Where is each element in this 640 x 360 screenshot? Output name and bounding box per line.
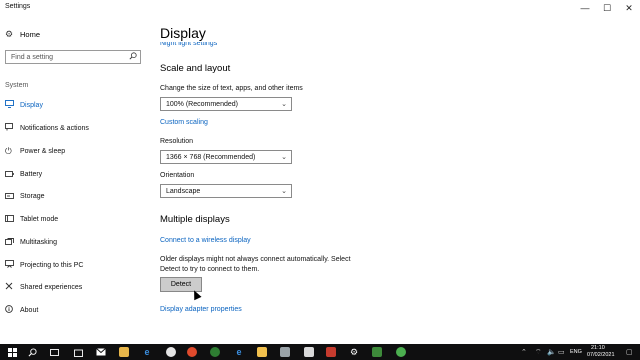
- chevron-down-icon: ⌄: [281, 101, 287, 108]
- display-adapter-properties-link[interactable]: Display adapter properties: [160, 306, 242, 313]
- sidebar-item-label: About: [20, 306, 39, 314]
- scale-dropdown[interactable]: 100% (Recommended) ⌄: [160, 97, 292, 111]
- scale-value: 100% (Recommended): [166, 100, 238, 108]
- app-icon[interactable]: [372, 347, 382, 357]
- sidebar-item-label: Battery: [20, 170, 43, 178]
- taskbar: e e ⚙ ⌃ ⌔ 🔈 ▭ ENG 21:10 07/02/2021 ▢: [0, 344, 640, 360]
- monitor-icon: [5, 100, 20, 110]
- scale-label: Change the size of text, apps, and other…: [160, 85, 303, 92]
- orientation-value: Landscape: [166, 187, 201, 195]
- notes-icon[interactable]: [257, 347, 267, 357]
- search-input[interactable]: Find a setting: [5, 50, 141, 64]
- chevron-down-icon: ⌄: [281, 188, 287, 195]
- multiple-displays-heading: Multiple displays: [160, 214, 230, 225]
- sidebar-item-label: Shared experiences: [20, 283, 83, 291]
- sidebar-item-label: Projecting to this PC: [20, 261, 84, 269]
- sidebar-item-label: Multitasking: [20, 238, 57, 246]
- home-gear-icon: ⚙: [5, 28, 14, 39]
- sidebar-item-multitasking[interactable]: Multitasking: [5, 235, 145, 249]
- home-nav-item[interactable]: ⚙ Home: [5, 27, 40, 41]
- chevron-up-icon[interactable]: ⌃: [521, 348, 527, 356]
- sidebar-item-projecting[interactable]: Projecting to this PC: [5, 258, 145, 272]
- store-icon[interactable]: [73, 347, 83, 357]
- battery-icon[interactable]: ▭: [558, 348, 565, 356]
- wifi-icon[interactable]: ⌔: [535, 348, 542, 357]
- speaker-icon[interactable]: 🔈: [547, 348, 556, 356]
- custom-scaling-link[interactable]: Custom scaling: [160, 119, 208, 126]
- clock-time[interactable]: 21:10: [591, 345, 605, 351]
- sidebar-item-notifications[interactable]: Notifications & actions: [5, 121, 145, 135]
- home-label: Home: [20, 29, 41, 39]
- tablet-icon: [5, 214, 20, 224]
- group-label-system: System: [5, 82, 29, 89]
- sidebar-item-label: Storage: [20, 192, 45, 200]
- resolution-dropdown[interactable]: 1366 × 768 (Recommended) ⌄: [160, 150, 292, 164]
- sidebar-item-storage[interactable]: Storage: [5, 189, 145, 203]
- battery-icon: [5, 169, 20, 179]
- maximize-icon: ☐: [602, 2, 612, 13]
- close-button[interactable]: ✕: [618, 0, 640, 16]
- internet-explorer-icon[interactable]: e: [234, 347, 244, 357]
- sidebar-item-label: Display: [20, 101, 43, 109]
- edge-icon[interactable]: e: [142, 347, 152, 357]
- page-title: Display: [160, 25, 206, 41]
- sidebar-item-battery[interactable]: Battery: [5, 167, 145, 181]
- minimize-button[interactable]: —: [574, 0, 596, 16]
- info-icon: [5, 305, 20, 315]
- app-icon[interactable]: [210, 347, 220, 357]
- night-light-settings-link[interactable]: Night light settings: [160, 42, 217, 48]
- sidebar-item-label: Notifications & actions: [20, 124, 89, 132]
- language-indicator[interactable]: ENG: [570, 349, 582, 355]
- orientation-label: Orientation: [160, 172, 195, 179]
- shared-experiences-icon: [5, 282, 20, 292]
- app-icon[interactable]: [280, 347, 290, 357]
- sidebar-item-tablet-mode[interactable]: Tablet mode: [5, 212, 145, 226]
- minimize-icon: —: [580, 3, 590, 13]
- windows-start-icon[interactable]: [7, 347, 17, 357]
- notifications-icon: [5, 123, 20, 133]
- chrome-icon[interactable]: [187, 347, 197, 357]
- storage-icon: [5, 191, 20, 201]
- close-icon: ✕: [625, 2, 633, 13]
- resolution-label: Resolution: [160, 138, 194, 145]
- search-icon[interactable]: [27, 347, 37, 357]
- detect-description: Older displays might not always connect …: [160, 256, 351, 273]
- settings-gear-icon[interactable]: ⚙: [349, 347, 359, 357]
- clock-date[interactable]: 07/02/2021: [587, 352, 615, 358]
- resolution-value: 1366 × 768 (Recommended): [166, 153, 256, 161]
- sidebar-item-display[interactable]: Display: [5, 98, 145, 112]
- title-bar: Settings — ☐ ✕: [0, 0, 640, 16]
- sidebar-item-power-sleep[interactable]: ⏻ Power & sleep: [5, 144, 145, 158]
- sidebar-item-about[interactable]: About: [5, 303, 145, 317]
- file-explorer-icon[interactable]: [119, 347, 129, 357]
- xbox-icon[interactable]: [396, 347, 406, 357]
- sidebar: ⚙ Home Find a setting System Display Not…: [0, 16, 150, 344]
- sidebar-item-label: Power & sleep: [20, 147, 66, 155]
- app-icon[interactable]: [326, 347, 336, 357]
- search-placeholder: Find a setting: [11, 53, 54, 61]
- power-icon: ⏻: [5, 145, 12, 156]
- sidebar-item-label: Tablet mode: [20, 215, 59, 223]
- notifications-icon[interactable]: ▢: [626, 348, 633, 356]
- display-settings-page: Display Night light settings Scale and l…: [160, 16, 630, 344]
- app-icon[interactable]: [304, 347, 314, 357]
- task-view-icon[interactable]: [49, 347, 59, 357]
- search-icon: [129, 52, 137, 62]
- app-title: Settings: [5, 3, 31, 10]
- app-icon[interactable]: [166, 347, 176, 357]
- connect-wireless-display-link[interactable]: Connect to a wireless display: [160, 237, 251, 244]
- scale-layout-heading: Scale and layout: [160, 63, 231, 74]
- multitasking-icon: [5, 237, 20, 247]
- projecting-icon: [5, 260, 20, 270]
- mail-icon[interactable]: [96, 347, 106, 357]
- orientation-dropdown[interactable]: Landscape ⌄: [160, 184, 292, 198]
- chevron-down-icon: ⌄: [281, 154, 287, 161]
- sidebar-item-shared-experiences[interactable]: Shared experiences: [5, 280, 145, 294]
- maximize-button[interactable]: ☐: [596, 0, 618, 16]
